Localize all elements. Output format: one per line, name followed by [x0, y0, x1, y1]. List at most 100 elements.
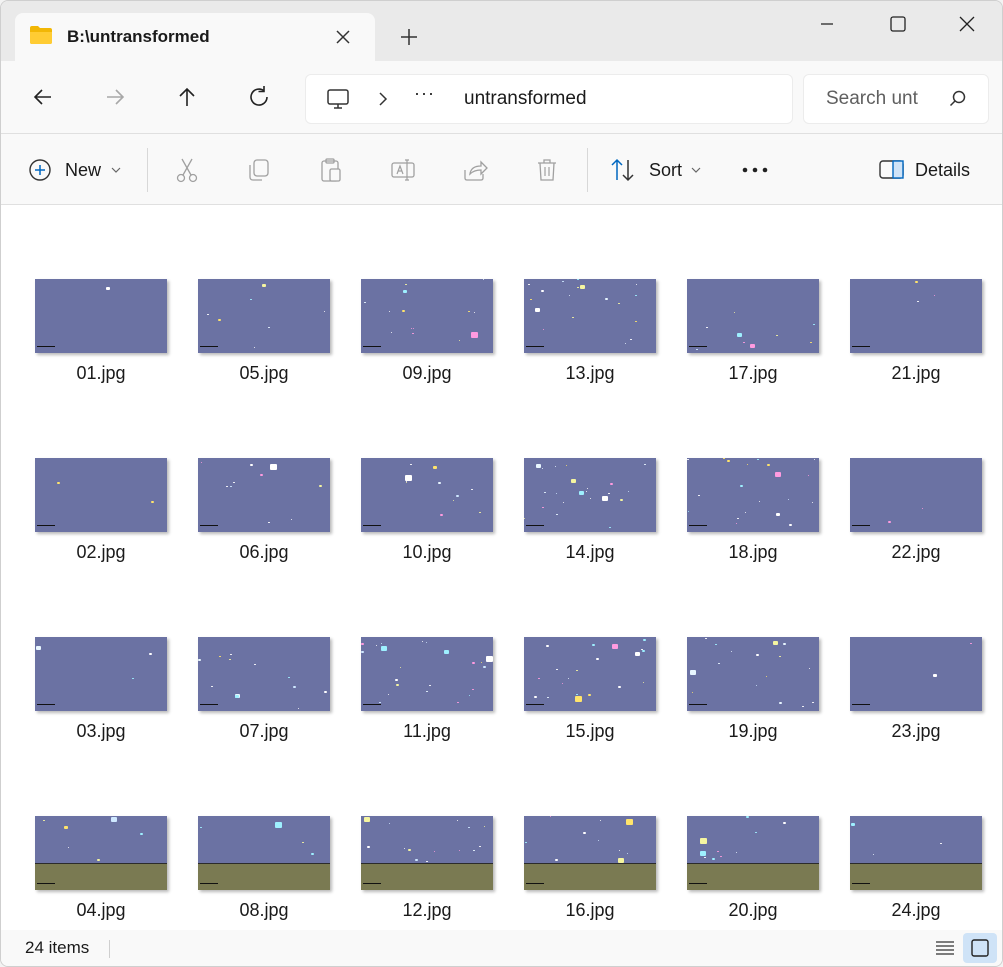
file-name: 23.jpg: [891, 721, 941, 741]
more-options-icon[interactable]: [739, 160, 771, 180]
flake-speck: [376, 645, 377, 646]
flake-speck: [922, 508, 923, 509]
file-item[interactable]: 15.jpg: [506, 637, 656, 767]
file-item[interactable]: 14.jpg: [506, 458, 656, 588]
details-pane-button[interactable]: Details: [879, 156, 989, 184]
close-tab-icon[interactable]: [333, 27, 353, 47]
flake-speck: [743, 342, 745, 343]
flake-speck: [808, 475, 809, 476]
file-item[interactable]: 01.jpg: [17, 279, 167, 409]
flake-speck: [422, 641, 423, 642]
details-view-icon[interactable]: [933, 937, 957, 959]
status-bar: 24 items: [1, 930, 1002, 966]
file-name: 03.jpg: [76, 721, 126, 741]
breadcrumb-overflow[interactable]: ···: [414, 83, 435, 104]
image-thumbnail: [198, 816, 330, 890]
this-pc-icon[interactable]: [326, 87, 350, 111]
flake-speck: [643, 639, 646, 641]
flake-speck: [692, 692, 693, 693]
file-item[interactable]: 12.jpg: [343, 816, 493, 946]
flake-speck: [361, 643, 364, 645]
share-icon[interactable]: [461, 156, 489, 184]
file-item[interactable]: 06.jpg: [180, 458, 330, 588]
flake-speck: [319, 485, 322, 487]
chevron-right-icon[interactable]: [374, 90, 392, 108]
forward-arrow-icon[interactable]: [101, 83, 129, 111]
copy-icon[interactable]: [245, 156, 273, 184]
file-item[interactable]: 22.jpg: [832, 458, 982, 588]
flake-speck: [583, 832, 586, 834]
flake-speck: [544, 492, 546, 493]
scale-bar: [200, 525, 218, 530]
file-item[interactable]: 18.jpg: [669, 458, 819, 588]
flake-speck: [543, 329, 544, 330]
maximize-icon[interactable]: [877, 9, 917, 39]
address-bar[interactable]: ··· untransformed: [305, 74, 793, 124]
flake-speck: [140, 833, 143, 835]
flake-speck: [97, 859, 100, 861]
flake-speck: [406, 482, 407, 483]
file-item[interactable]: 02.jpg: [17, 458, 167, 588]
file-item[interactable]: 05.jpg: [180, 279, 330, 409]
file-item[interactable]: 16.jpg: [506, 816, 656, 946]
breadcrumb-current-folder[interactable]: untransformed: [464, 88, 587, 110]
flake-speck: [555, 859, 558, 861]
file-item[interactable]: 03.jpg: [17, 637, 167, 767]
search-box[interactable]: Search unt: [803, 74, 989, 124]
file-item[interactable]: 04.jpg: [17, 816, 167, 946]
scale-bar: [363, 525, 381, 530]
flake-speck: [788, 499, 789, 500]
flake-speck: [626, 819, 633, 825]
flake-speck: [471, 332, 478, 338]
flake-speck: [468, 311, 470, 312]
paste-icon[interactable]: [317, 156, 345, 184]
flake-speck: [254, 664, 256, 665]
file-item[interactable]: 23.jpg: [832, 637, 982, 767]
file-item[interactable]: 13.jpg: [506, 279, 656, 409]
flake-speck: [524, 518, 525, 519]
flake-speck: [756, 685, 757, 686]
minimize-icon[interactable]: [807, 9, 847, 39]
flake-speck: [812, 502, 813, 503]
file-item[interactable]: 19.jpg: [669, 637, 819, 767]
file-name: 01.jpg: [76, 363, 126, 383]
tab-untransformed[interactable]: B:\untransformed: [15, 13, 375, 61]
flake-speck: [562, 683, 563, 684]
flake-speck: [400, 667, 401, 668]
scale-bar: [852, 525, 870, 530]
up-arrow-icon[interactable]: [173, 83, 201, 111]
file-item[interactable]: 08.jpg: [180, 816, 330, 946]
file-item[interactable]: 11.jpg: [343, 637, 493, 767]
flake-speck: [644, 464, 646, 465]
flake-speck: [745, 512, 746, 513]
flake-speck: [481, 662, 482, 663]
flake-speck: [444, 650, 449, 654]
new-button[interactable]: New: [27, 156, 127, 184]
refresh-icon[interactable]: [245, 83, 273, 111]
file-item[interactable]: 20.jpg: [669, 816, 819, 946]
search-input[interactable]: Search unt: [826, 88, 922, 110]
delete-icon[interactable]: [533, 156, 561, 184]
file-item[interactable]: 07.jpg: [180, 637, 330, 767]
file-item[interactable]: 24.jpg: [832, 816, 982, 946]
flake-speck: [198, 659, 201, 661]
file-item[interactable]: 10.jpg: [343, 458, 493, 588]
status-divider: [109, 940, 110, 958]
window-close-icon[interactable]: [947, 9, 987, 39]
scale-bar: [526, 883, 544, 888]
back-arrow-icon[interactable]: [29, 83, 57, 111]
sort-button[interactable]: Sort: [609, 156, 709, 184]
file-item[interactable]: 09.jpg: [343, 279, 493, 409]
new-tab-plus-icon[interactable]: [397, 25, 421, 49]
flake-speck: [718, 663, 720, 664]
file-item[interactable]: 17.jpg: [669, 279, 819, 409]
large-icons-view-button[interactable]: [963, 933, 997, 963]
flake-speck: [717, 851, 719, 852]
flake-speck: [556, 514, 558, 515]
rename-icon[interactable]: [389, 156, 417, 184]
flake-speck: [132, 678, 134, 679]
search-icon[interactable]: [948, 89, 968, 109]
flake-speck: [572, 317, 574, 318]
cut-icon[interactable]: [173, 156, 201, 184]
file-item[interactable]: 21.jpg: [832, 279, 982, 409]
